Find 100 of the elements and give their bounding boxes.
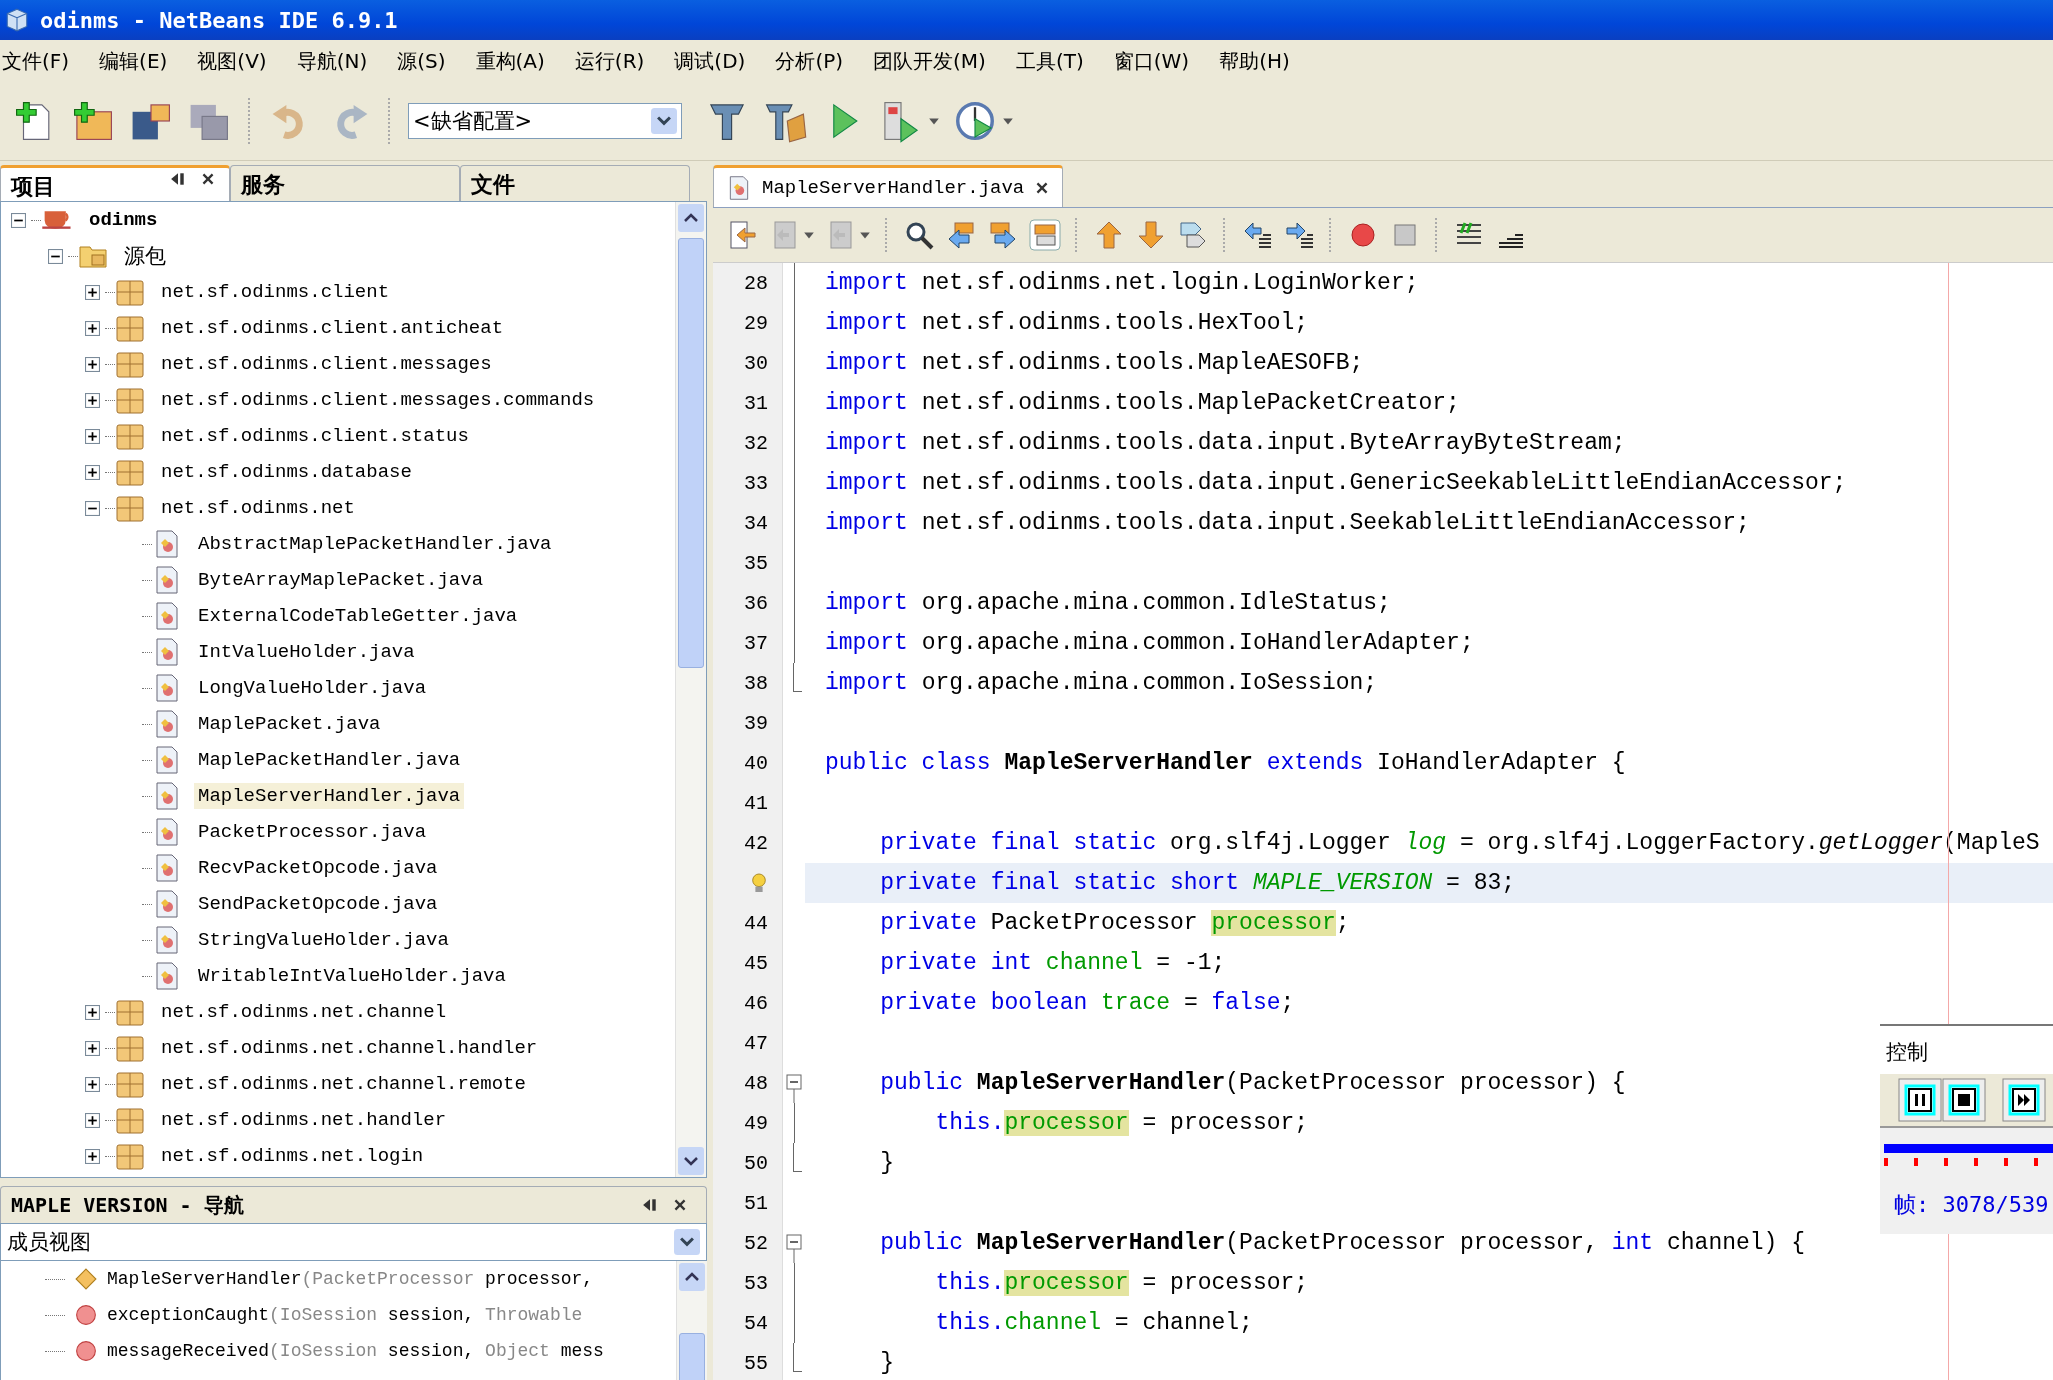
code-line: } <box>879 1150 894 1176</box>
tree-item[interactable]: MaplePacket.java <box>194 711 385 737</box>
tree-item[interactable]: net.sf.odinms.net <box>157 495 359 521</box>
tree-item[interactable]: 源包 <box>120 240 170 272</box>
tree-item[interactable]: IntValueHolder.java <box>194 639 419 665</box>
tree-item[interactable]: net.sf.odinms.client.messages <box>157 351 496 377</box>
tree-item[interactable]: net.sf.odinms.client <box>157 279 394 305</box>
line-number: 47 <box>744 1031 768 1055</box>
close-icon[interactable] <box>200 171 216 187</box>
menu-item[interactable]: 调试(D) <box>674 47 746 75</box>
tree-item[interactable]: MapleServerHandler.java <box>194 783 465 809</box>
tree-item[interactable]: odinms <box>85 207 162 233</box>
pause-button[interactable] <box>1898 1078 1942 1122</box>
package-icon <box>115 1105 145 1135</box>
code-line: this.processor = processor; <box>934 1110 1309 1136</box>
line-number: 52 <box>744 1231 768 1255</box>
close-icon[interactable] <box>672 1197 688 1213</box>
scroll-up-icon[interactable] <box>679 1263 705 1291</box>
tree-item[interactable]: net.sf.odinms.client.messages.commands <box>157 387 599 413</box>
menu-item[interactable]: 重构(A) <box>475 47 545 75</box>
expand-icon[interactable] <box>84 1076 100 1092</box>
fast-forward-button[interactable] <box>2002 1078 2046 1122</box>
package-icon <box>115 313 145 343</box>
line-number: 48 <box>744 1071 768 1095</box>
menu-item[interactable]: 源(S) <box>397 47 446 75</box>
tree-item[interactable]: WritableIntValueHolder.java <box>194 963 510 989</box>
expand-icon[interactable] <box>84 1004 100 1020</box>
scrollbar[interactable] <box>676 1261 707 1380</box>
configuration-dropdown[interactable]: <缺省配置> <box>408 103 682 139</box>
tree-item[interactable]: ByteArrayMaplePacket.java <box>194 567 488 593</box>
menu-item[interactable]: 运行(R) <box>574 47 645 75</box>
tree-item[interactable]: net.sf.odinms.net.login <box>157 1143 428 1169</box>
menu-item[interactable]: 文件(F) <box>2 47 70 75</box>
tree-item[interactable]: AbstractMaplePacketHandler.java <box>194 531 556 557</box>
member-item[interactable]: exceptionCaught(IoSession session, Throwable <box>107 1305 583 1325</box>
tree-item[interactable]: MaplePacketHandler.java <box>194 747 465 773</box>
scrollbar[interactable] <box>675 202 706 1177</box>
menu-item[interactable]: 视图(V) <box>197 47 267 75</box>
menu-item[interactable]: 编辑(E) <box>99 47 168 75</box>
stop-button[interactable] <box>1942 1078 1986 1122</box>
minimize-icon[interactable] <box>170 171 186 187</box>
tree-item[interactable]: net.sf.odinms.database <box>157 459 416 485</box>
tree-item[interactable]: net.sf.odinms.net.channel <box>157 999 451 1025</box>
tree-item[interactable]: net.sf.odinms.client.status <box>157 423 473 449</box>
last-edit-icon[interactable] <box>727 219 759 251</box>
line-number: 49 <box>744 1111 768 1135</box>
expand-icon[interactable] <box>84 320 100 336</box>
tree-item[interactable]: StringValueHolder.java <box>194 927 453 953</box>
menu-item[interactable]: 窗口(W) <box>1113 47 1190 75</box>
highlight-toggle-icon[interactable] <box>1029 219 1061 251</box>
menu-item[interactable]: 导航(N) <box>296 47 368 75</box>
tree-item[interactable]: PacketProcessor.java <box>194 819 431 845</box>
line-number: 33 <box>744 471 768 495</box>
expand-icon[interactable] <box>84 1112 100 1128</box>
editor-tab[interactable]: MapleServerHandler.java <box>713 165 1064 207</box>
expand-icon[interactable] <box>84 356 100 372</box>
tree-item[interactable]: net.sf.odinms.net.channel.remote <box>157 1071 530 1097</box>
panel-tab[interactable]: 项目 <box>0 165 230 201</box>
code-line: import org.apache.mina.common.IoSession; <box>825 670 1378 696</box>
tree-item[interactable]: ExternalCodeTableGetter.java <box>194 603 522 629</box>
panel-title: 控制 <box>1885 1039 1929 1066</box>
panel-tab[interactable]: 服务 <box>230 165 460 201</box>
scroll-down-icon[interactable] <box>678 1147 704 1175</box>
code-line: import net.sf.odinms.tools.data.input.ByteArrayByteStream; <box>825 430 1626 456</box>
line-number: 55 <box>744 1351 768 1375</box>
panel-title: MAPLE VERSION - 导航 <box>10 1191 244 1219</box>
menu-item[interactable]: 工具(T) <box>1015 47 1084 75</box>
code-line: this.processor = processor; <box>934 1270 1309 1296</box>
expand-icon[interactable] <box>84 284 100 300</box>
tree-item[interactable]: net.sf.odinms.net.channel.handler <box>157 1035 542 1061</box>
collapse-icon[interactable] <box>10 212 26 228</box>
panel-tab[interactable]: 文件 <box>460 165 690 201</box>
expand-icon[interactable] <box>84 1148 100 1164</box>
line-number: 31 <box>744 391 768 415</box>
line-number: 36 <box>744 591 768 615</box>
view-dropdown[interactable]: 成员视图 <box>0 1223 707 1261</box>
menu-item[interactable]: 团队开发(M) <box>873 47 986 75</box>
collapse-icon[interactable] <box>84 500 100 516</box>
expand-icon[interactable] <box>84 392 100 408</box>
collapse-icon[interactable] <box>47 248 63 264</box>
line-number: 45 <box>744 951 768 975</box>
scroll-up-icon[interactable] <box>678 204 704 232</box>
menu-item[interactable]: 帮助(H) <box>1219 47 1290 75</box>
line-number: 35 <box>744 551 768 575</box>
line-number: 54 <box>744 1311 768 1335</box>
tree-item[interactable]: LongValueHolder.java <box>194 675 431 701</box>
tree-item[interactable]: net.sf.odinms.net.handler <box>157 1107 451 1133</box>
tree-item[interactable]: net.sf.odinms.client.anticheat <box>157 315 508 341</box>
expand-icon[interactable] <box>84 464 100 480</box>
line-number: 53 <box>744 1271 768 1295</box>
package-icon <box>115 277 145 307</box>
code-line: import org.apache.mina.common.IoHandlerAdapter; <box>825 630 1474 656</box>
minimize-icon[interactable] <box>642 1197 658 1213</box>
expand-icon[interactable] <box>84 1040 100 1056</box>
tree-item[interactable]: RecvPacketOpcode.java <box>194 855 442 881</box>
member-item[interactable]: messageReceived(IoSession session, Object mess <box>107 1341 604 1361</box>
menu-item[interactable]: 分析(P) <box>775 47 844 75</box>
member-item[interactable]: MapleServerHandler(PacketProcessor processor, <box>107 1269 594 1289</box>
tree-item[interactable]: SendPacketOpcode.java <box>194 891 442 917</box>
expand-icon[interactable] <box>84 428 100 444</box>
